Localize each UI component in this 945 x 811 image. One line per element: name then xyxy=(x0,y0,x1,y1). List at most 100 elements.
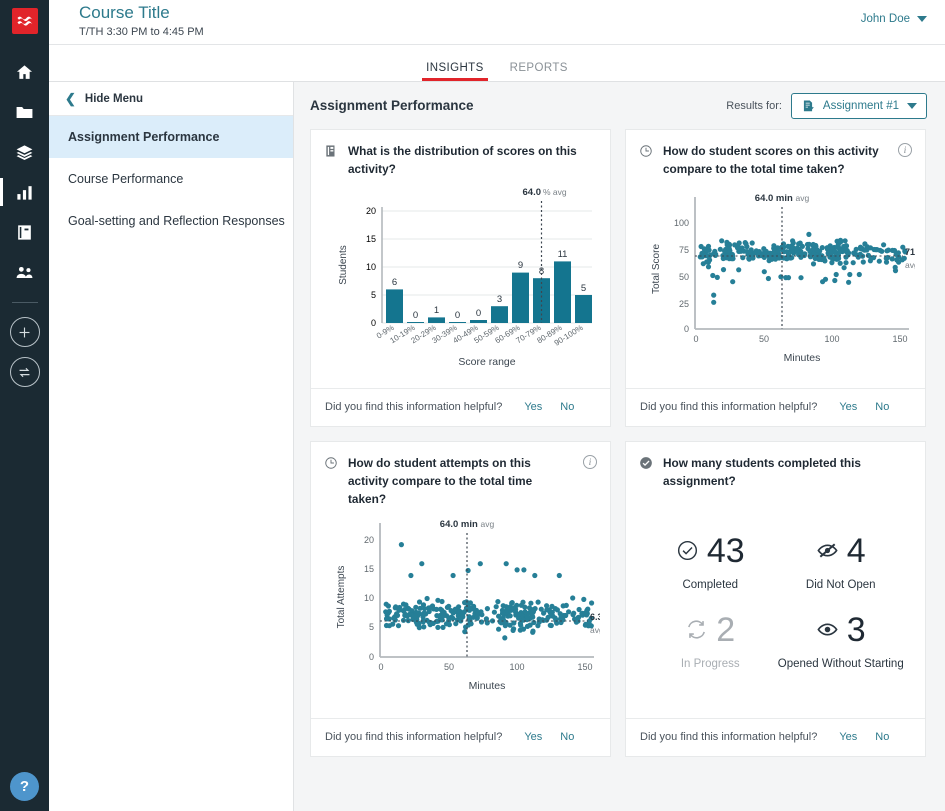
book-icon xyxy=(18,224,31,240)
assignment-select-value: Assignment #1 xyxy=(822,99,899,112)
feedback-no-button[interactable]: No xyxy=(560,731,574,743)
feedback-yes-button[interactable]: Yes xyxy=(839,401,857,413)
feedback-yes-button[interactable]: Yes xyxy=(524,731,542,743)
sidebar-item-goal-setting[interactable]: Goal-setting and Reflection Responses xyxy=(49,200,293,242)
tab-insights[interactable]: INSIGHTS xyxy=(422,62,488,81)
svg-text:100: 100 xyxy=(509,662,524,672)
svg-text:11: 11 xyxy=(558,249,568,260)
nav-home[interactable] xyxy=(0,52,49,92)
svg-text:1: 1 xyxy=(434,305,439,316)
hide-menu-button[interactable]: ❮ Hide Menu xyxy=(49,82,293,116)
feedback-yes-button[interactable]: Yes xyxy=(839,731,857,743)
chart-score-distribution: 0 5 10 15 20 Students 6 0 1 0 0 3 9 8 11… xyxy=(324,179,597,384)
sidebar-item-assignment-performance[interactable]: Assignment Performance xyxy=(49,116,293,158)
insights-page: ? Course Title T/TH 3:30 PM to 4:45 PM J… xyxy=(0,0,945,811)
svg-text:10: 10 xyxy=(366,262,376,272)
tab-reports[interactable]: REPORTS xyxy=(510,62,568,81)
stat-label: Opened Without Starting xyxy=(777,657,904,670)
svg-text:64.0: 64.0 xyxy=(523,187,542,198)
svg-text:8: 8 xyxy=(539,266,544,277)
stat-opened-without-starting: 3 Opened Without Starting xyxy=(776,604,907,679)
card-body: How do student attempts on this activity… xyxy=(311,442,610,718)
card-feedback: Did you find this information helpful? Y… xyxy=(311,717,610,756)
svg-text:9: 9 xyxy=(518,260,523,271)
svg-text:% avg: % avg xyxy=(543,187,567,197)
bar-chart-card-icon xyxy=(324,144,339,163)
svg-text:75: 75 xyxy=(679,245,689,255)
user-menu[interactable]: John Doe xyxy=(861,13,927,25)
svg-text:71%: 71% xyxy=(905,247,915,257)
svg-text:64.0 min avg: 64.0 min avg xyxy=(755,193,810,204)
help-button[interactable]: ? xyxy=(10,772,39,801)
svg-text:100: 100 xyxy=(824,334,839,344)
svg-text:150: 150 xyxy=(892,334,907,344)
plus-icon xyxy=(19,327,30,337)
bar-chart-icon xyxy=(17,185,32,200)
svg-text:3: 3 xyxy=(497,294,502,305)
content-area: Assignment Performance Results for: Assi… xyxy=(294,82,945,811)
svg-text:avg: avg xyxy=(590,625,600,635)
svg-text:Minutes: Minutes xyxy=(784,352,821,364)
people-icon xyxy=(16,266,33,278)
user-name: John Doe xyxy=(860,13,910,25)
card-question: How do student scores on this activity c… xyxy=(663,144,879,176)
check-circle-icon xyxy=(677,541,697,561)
bar-chart-card-icon-glyph xyxy=(326,145,335,157)
add-button[interactable] xyxy=(9,317,40,347)
chevron-down-icon xyxy=(917,16,927,22)
feedback-no-button[interactable]: No xyxy=(875,731,889,743)
card-question: How many students completed this assignm… xyxy=(663,455,861,488)
stat-in-progress: 2 In Progress xyxy=(645,604,776,679)
check-circle-filled-icon-glyph xyxy=(640,457,652,469)
sidebar-item-course-performance[interactable]: Course Performance xyxy=(49,158,293,200)
stat-number: 3 xyxy=(846,610,866,649)
content-header: Assignment Performance Results for: Assi… xyxy=(294,82,945,129)
info-icon[interactable]: i xyxy=(898,143,912,157)
clock-icon xyxy=(324,456,339,475)
assignment-select[interactable]: Assignment #1 xyxy=(790,92,927,119)
nav-divider xyxy=(11,302,38,303)
nav-people[interactable] xyxy=(0,252,49,292)
brand-logo[interactable] xyxy=(11,8,38,34)
chart-scores-vs-time: 0 25 50 75 100 0 50 100 150 Total Score … xyxy=(639,179,923,384)
svg-text:Total Score: Total Score xyxy=(651,243,662,293)
svg-text:0: 0 xyxy=(455,310,460,321)
bar-chart-svg: 0 5 10 15 20 Students 6 0 1 0 0 3 9 8 11… xyxy=(338,187,592,368)
svg-text:5: 5 xyxy=(581,283,586,294)
nav-library[interactable] xyxy=(0,132,49,172)
svg-text:64.0 min avg: 64.0 min avg xyxy=(440,519,495,530)
feedback-yes-button[interactable]: Yes xyxy=(524,401,542,413)
stat-value-row: 2 xyxy=(645,613,776,647)
nav-insights[interactable] xyxy=(0,172,49,212)
stat-value-row: 3 xyxy=(776,613,907,647)
nav-courses[interactable] xyxy=(0,92,49,132)
stat-label: In Progress xyxy=(680,657,740,670)
svg-text:50: 50 xyxy=(444,662,454,672)
page-title: Assignment Performance xyxy=(310,98,474,113)
info-icon[interactable]: i xyxy=(583,454,597,469)
feedback-question: Did you find this information helpful? xyxy=(325,401,503,414)
svg-text:5: 5 xyxy=(371,290,376,300)
svg-text:0: 0 xyxy=(369,652,374,662)
feedback-question: Did you find this information helpful? xyxy=(325,731,503,744)
feedback-no-button[interactable]: No xyxy=(875,401,889,413)
refresh-icon xyxy=(688,620,706,639)
svg-text:20: 20 xyxy=(364,535,374,545)
stat-label: Completed xyxy=(682,578,739,591)
card-completion-summary: How many students completed this assignm… xyxy=(625,440,926,757)
nav-gradebook[interactable] xyxy=(0,212,49,252)
stat-label: Did Not Open xyxy=(805,578,876,591)
course-title: Course Title xyxy=(79,3,170,22)
stat-number: 43 xyxy=(706,531,745,570)
folder-icon xyxy=(16,106,33,118)
card-feedback: Did you find this information helpful? Y… xyxy=(626,387,925,426)
page-header: Course Title T/TH 3:30 PM to 4:45 PM Joh… xyxy=(49,0,945,45)
switch-button[interactable] xyxy=(9,357,40,387)
feedback-question: Did you find this information helpful? xyxy=(640,731,818,744)
svg-text:100: 100 xyxy=(674,218,689,228)
svg-text:10: 10 xyxy=(364,593,374,603)
svg-text:20: 20 xyxy=(366,206,376,216)
feedback-no-button[interactable]: No xyxy=(560,401,574,413)
svg-text:50: 50 xyxy=(759,334,769,344)
sidebar-item-label: Goal-setting and Reflection Responses xyxy=(68,214,285,228)
